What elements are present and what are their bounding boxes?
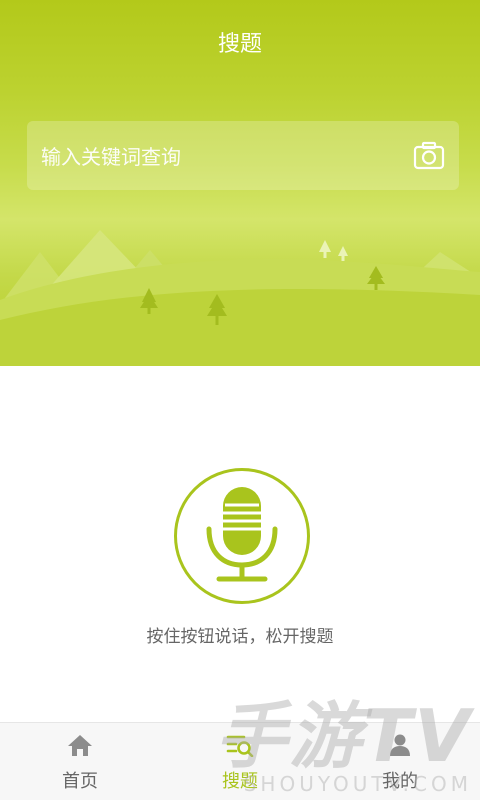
voice-search-panel: 按住按钮说话，松开搜题 — [0, 366, 480, 722]
search-list-icon — [226, 733, 254, 761]
header: 搜题 输入关键词查询 — [0, 0, 480, 366]
tab-mine[interactable]: 我的 — [320, 723, 480, 800]
landscape-illustration — [0, 230, 480, 366]
voice-record-button[interactable] — [174, 468, 310, 604]
microphone-icon — [206, 487, 278, 582]
bottom-tab-bar: 首页 搜题 我的 — [0, 722, 480, 800]
tab-home-label: 首页 — [62, 771, 98, 792]
page-title: 搜题 — [217, 32, 262, 57]
user-icon — [388, 733, 412, 761]
search-bar[interactable]: 输入关键词查询 — [27, 121, 459, 190]
search-input-placeholder[interactable]: 输入关键词查询 — [41, 141, 181, 170]
home-icon — [67, 733, 93, 761]
voice-hint-text: 按住按钮说话，松开搜题 — [146, 627, 334, 647]
tab-search-label: 搜题 — [222, 771, 258, 792]
tab-home[interactable]: 首页 — [0, 723, 160, 800]
tab-search[interactable]: 搜题 — [160, 723, 320, 800]
camera-icon[interactable] — [413, 141, 445, 171]
tab-mine-label: 我的 — [382, 771, 418, 792]
